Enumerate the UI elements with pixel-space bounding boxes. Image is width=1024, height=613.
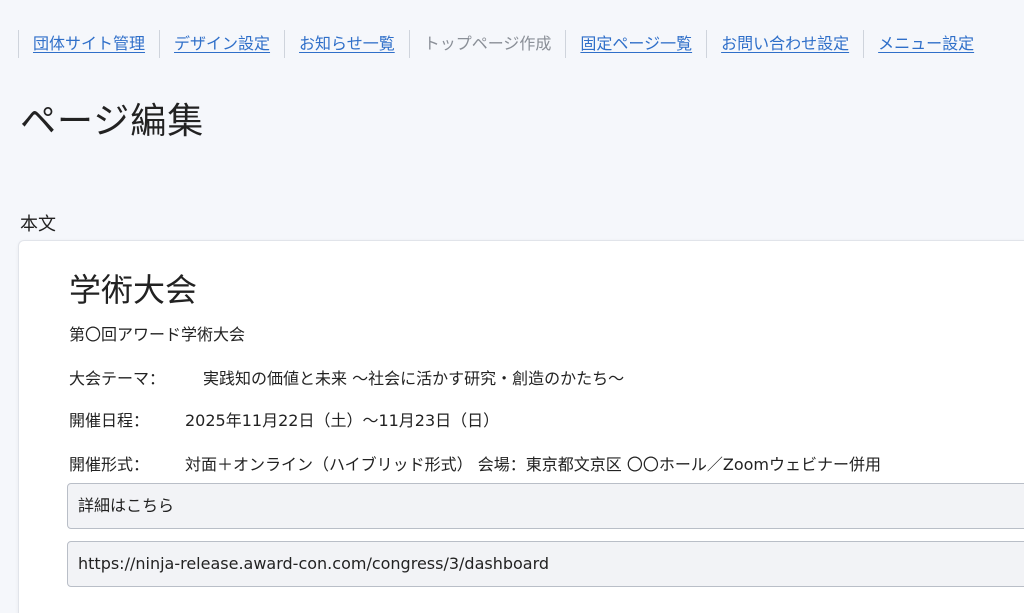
nav-item-menu-settings[interactable]: メニュー設定	[863, 30, 988, 58]
details-url-block[interactable]: https://ninja-release.award-con.com/cong…	[67, 541, 1024, 587]
page-title: ページ編集	[20, 101, 205, 142]
content-heading: 学術大会	[69, 271, 198, 309]
date-value: 2025年11月22日（土）〜11月23日（日）	[185, 411, 500, 430]
nav-item-site-management[interactable]: 団体サイト管理	[18, 30, 159, 58]
date-label: 開催日程：	[69, 411, 150, 430]
nav-item-design-settings[interactable]: デザイン設定	[159, 30, 284, 58]
nav-item-top-page: トップページ作成	[408, 30, 566, 58]
body-section-label: 本文	[20, 214, 56, 235]
details-button-text: 詳細はこちら	[78, 496, 175, 515]
body-editor[interactable]: 学術大会 第〇回アワード学術大会 大会テーマ： 実践知の価値と未来 〜社会に活かす…	[18, 240, 1024, 613]
nav-link-site-management[interactable]: 団体サイト管理	[33, 30, 145, 58]
subtitle-text: 第〇回アワード学術大会	[69, 325, 246, 344]
theme-value: 実践知の価値と未来 〜社会に活かす研究・創造のかたち〜	[203, 369, 625, 388]
content-subtitle: 第〇回アワード学術大会	[69, 321, 245, 345]
details-url-text: https://ninja-release.award-con.com/cong…	[78, 554, 550, 573]
format-value: 対面＋オンライン（ハイブリッド形式） 会場：東京都文京区 〇〇ホール／Zoomウ…	[185, 455, 881, 474]
nav-current-top-page: トップページ作成	[423, 34, 552, 53]
nav-item-contact-settings[interactable]: お問い合わせ設定	[706, 30, 863, 58]
theme-label: 大会テーマ：	[69, 369, 166, 388]
nav-link-fixed-pages[interactable]: 固定ページ一覧	[580, 30, 692, 58]
top-navigation: 団体サイト管理 デザイン設定 お知らせ一覧 トップページ作成 固定ページ一覧 お…	[18, 30, 988, 58]
nav-link-news-list[interactable]: お知らせ一覧	[299, 30, 395, 58]
format-line: 開催形式： 対面＋オンライン（ハイブリッド形式） 会場：東京都文京区 〇〇ホール／…	[69, 451, 881, 475]
format-label: 開催形式：	[69, 455, 150, 474]
date-line: 開催日程： 2025年11月22日（土）〜11月23日（日）	[69, 407, 499, 431]
nav-link-contact-settings[interactable]: お問い合わせ設定	[721, 30, 849, 58]
nav-link-menu-settings[interactable]: メニュー設定	[878, 30, 974, 58]
details-button-block[interactable]: 詳細はこちら	[67, 483, 1024, 529]
nav-item-fixed-pages[interactable]: 固定ページ一覧	[565, 30, 706, 58]
nav-link-design-settings[interactable]: デザイン設定	[174, 30, 270, 58]
nav-item-news-list[interactable]: お知らせ一覧	[284, 30, 409, 58]
theme-line: 大会テーマ： 実践知の価値と未来 〜社会に活かす研究・創造のかたち〜	[69, 365, 624, 389]
